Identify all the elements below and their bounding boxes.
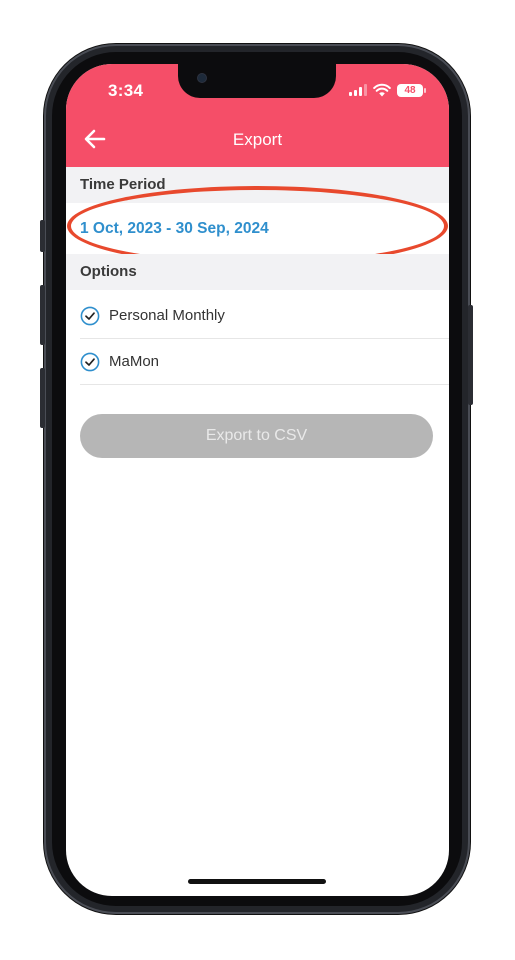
camera-icon bbox=[198, 74, 206, 82]
power-button bbox=[468, 305, 473, 405]
status-time: 3:34 bbox=[108, 81, 144, 100]
status-icons: 48 bbox=[349, 82, 426, 98]
options-header: Options bbox=[66, 254, 449, 290]
volume-down-button bbox=[40, 368, 45, 428]
option-label: Personal Monthly bbox=[109, 307, 225, 324]
page-title: Export bbox=[232, 130, 283, 149]
volume-up-button bbox=[40, 285, 45, 345]
export-to-csv-button[interactable]: Export to CSV bbox=[80, 414, 433, 458]
action-button bbox=[40, 220, 45, 252]
app-screen: 3:34 48 Export Time Period 1 Oct, 2023 -… bbox=[66, 64, 449, 896]
check-circle-icon bbox=[80, 306, 100, 325]
app-header: 3:34 48 Export bbox=[66, 64, 449, 167]
check-circle-icon bbox=[80, 352, 100, 371]
time-period-selector[interactable]: 1 Oct, 2023 - 30 Sep, 2024 bbox=[66, 204, 449, 254]
cellular-signal-icon bbox=[349, 84, 367, 96]
battery-icon: 48 bbox=[397, 83, 426, 97]
home-indicator[interactable] bbox=[188, 879, 326, 884]
option-label: MaMon bbox=[109, 353, 160, 370]
option-item-personal-monthly[interactable]: Personal Monthly bbox=[80, 293, 449, 339]
time-period-value: 1 Oct, 2023 - 30 Sep, 2024 bbox=[80, 220, 269, 237]
wifi-icon bbox=[373, 83, 391, 97]
option-item-mamon[interactable]: MaMon bbox=[80, 339, 449, 385]
time-period-header: Time Period bbox=[66, 167, 449, 203]
